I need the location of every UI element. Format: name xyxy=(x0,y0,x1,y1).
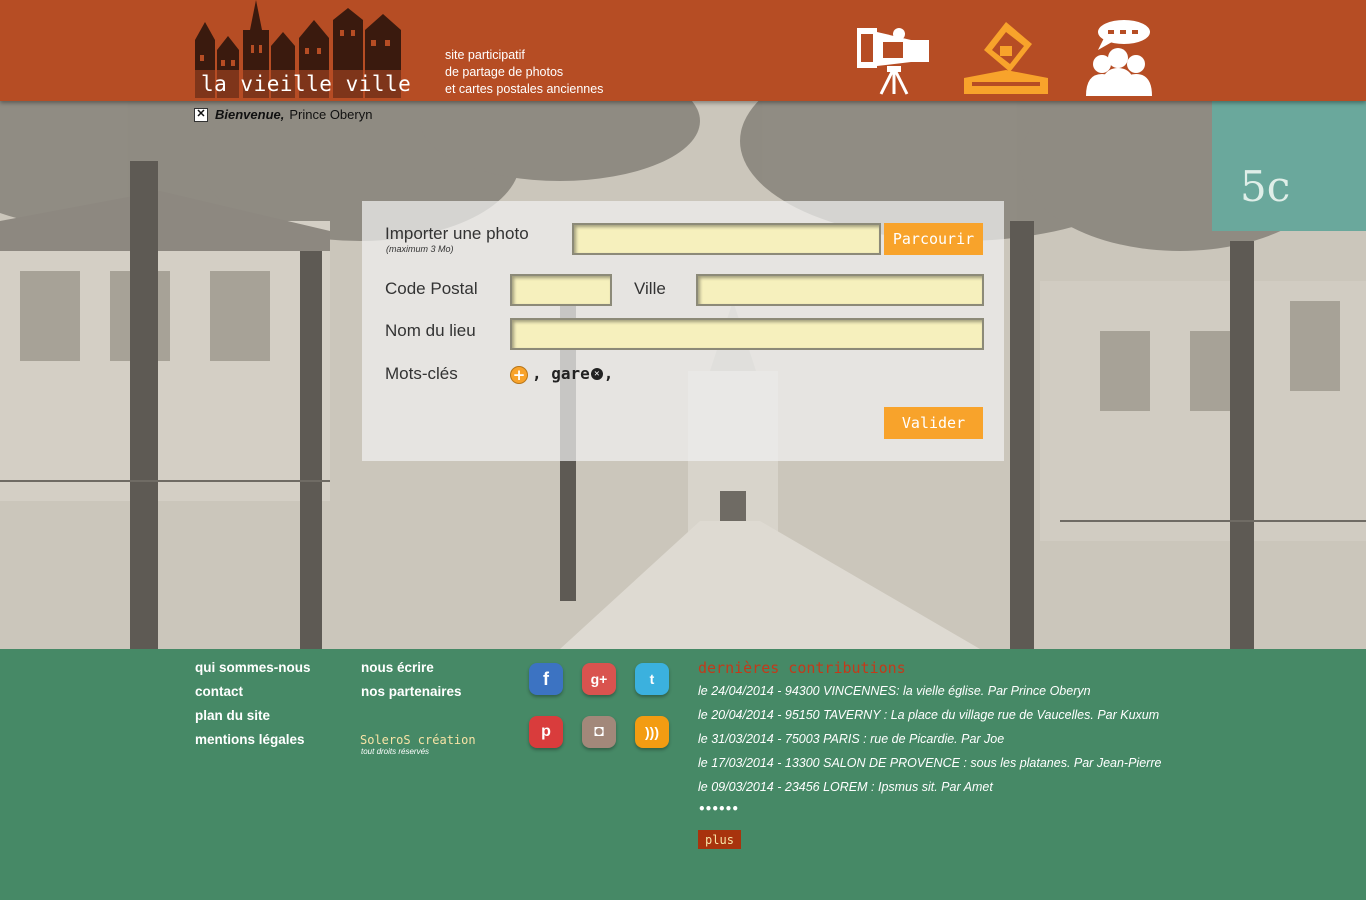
svg-text:5c: 5c xyxy=(1240,162,1290,211)
community-icon[interactable] xyxy=(1084,20,1154,96)
pinterest-icon[interactable]: p xyxy=(529,716,563,748)
add-keyword-icon[interactable]: + xyxy=(510,366,528,384)
import-photo-label: Importer une photo xyxy=(385,224,529,243)
photos-upload-icon[interactable] xyxy=(962,20,1050,96)
tagline-line: de partage de photos xyxy=(445,65,564,79)
credit-rights: tout droits réservés xyxy=(361,747,430,756)
contribution-item[interactable]: le 20/04/2014 - 95150 TAVERNY : La place… xyxy=(698,703,1168,727)
welcome-bar: ✕ Bienvenue, Prince Oberyn xyxy=(194,107,372,122)
instagram-icon[interactable]: ◘ xyxy=(582,716,616,748)
contribution-item[interactable]: le 09/03/2014 - 23456 LOREM : Ipsmus sit… xyxy=(698,775,1168,799)
footer-link-legal[interactable]: mentions légales xyxy=(195,732,305,747)
site-footer: qui sommes-nous contact plan du site men… xyxy=(0,649,1366,900)
remove-keyword-icon[interactable]: ✕ xyxy=(590,367,603,380)
footer-link-contact[interactable]: contact xyxy=(195,684,243,699)
keyword-tag: gare xyxy=(551,364,590,383)
browse-button[interactable]: Parcourir xyxy=(884,223,983,255)
footer-link-sitemap[interactable]: plan du site xyxy=(195,708,270,723)
contribution-item[interactable]: le 24/04/2014 - 94300 VINCENNES: la viel… xyxy=(698,679,1168,703)
google-plus-icon[interactable]: g+ xyxy=(582,663,616,695)
postal-code-label: Code Postal xyxy=(385,279,478,298)
site-header: la vieille ville site participatif de pa… xyxy=(0,0,1366,101)
tagline-line: site participatif xyxy=(445,48,525,62)
import-size-hint: (maximum 3 Mo) xyxy=(386,244,454,254)
keyword-separator: , xyxy=(603,364,614,383)
camera-icon[interactable] xyxy=(855,20,933,96)
photo-file-field[interactable] xyxy=(572,223,881,255)
footer-link-partners[interactable]: nos partenaires xyxy=(361,684,462,699)
city-label: Ville xyxy=(634,279,666,298)
place-name-label: Nom du lieu xyxy=(385,321,476,340)
postal-code-input[interactable] xyxy=(510,274,612,306)
contributions-list: le 24/04/2014 - 94300 VINCENNES: la viel… xyxy=(698,679,1168,799)
keyword-list: , gare ✕ , xyxy=(532,364,613,383)
photo-upload-form: Importer une photo (maximum 3 Mo) Parcou… xyxy=(362,201,1004,461)
footer-link-about[interactable]: qui sommes-nous xyxy=(195,660,311,675)
logo-title[interactable]: la vieille ville xyxy=(201,72,411,96)
rss-icon[interactable]: ))) xyxy=(635,716,669,748)
contributions-title: dernières contributions xyxy=(698,659,906,677)
facebook-icon[interactable]: f xyxy=(529,663,563,695)
keywords-label: Mots-clés xyxy=(385,364,458,383)
contribution-item[interactable]: le 31/03/2014 - 75003 PARIS : rue de Pic… xyxy=(698,727,1168,751)
more-dots: •••••• xyxy=(698,802,739,816)
keyword-separator: , xyxy=(532,364,552,383)
place-name-input[interactable] xyxy=(510,318,984,350)
footer-link-write-us[interactable]: nous écrire xyxy=(361,660,434,675)
user-name[interactable]: Prince Oberyn xyxy=(289,107,372,122)
city-input[interactable] xyxy=(696,274,984,306)
submit-button[interactable]: Valider xyxy=(884,407,983,439)
close-icon[interactable]: ✕ xyxy=(194,107,208,122)
twitter-icon[interactable]: t xyxy=(635,663,669,695)
credit-text[interactable]: SoleroS création xyxy=(360,733,476,747)
more-button[interactable]: plus xyxy=(698,830,741,849)
site-tagline: site participatif de partage de photos e… xyxy=(445,47,603,98)
contribution-item[interactable]: le 17/03/2014 - 13300 SALON DE PROVENCE … xyxy=(698,751,1168,775)
tagline-line: et cartes postales anciennes xyxy=(445,82,604,96)
welcome-greeting: Bienvenue, xyxy=(215,107,285,122)
